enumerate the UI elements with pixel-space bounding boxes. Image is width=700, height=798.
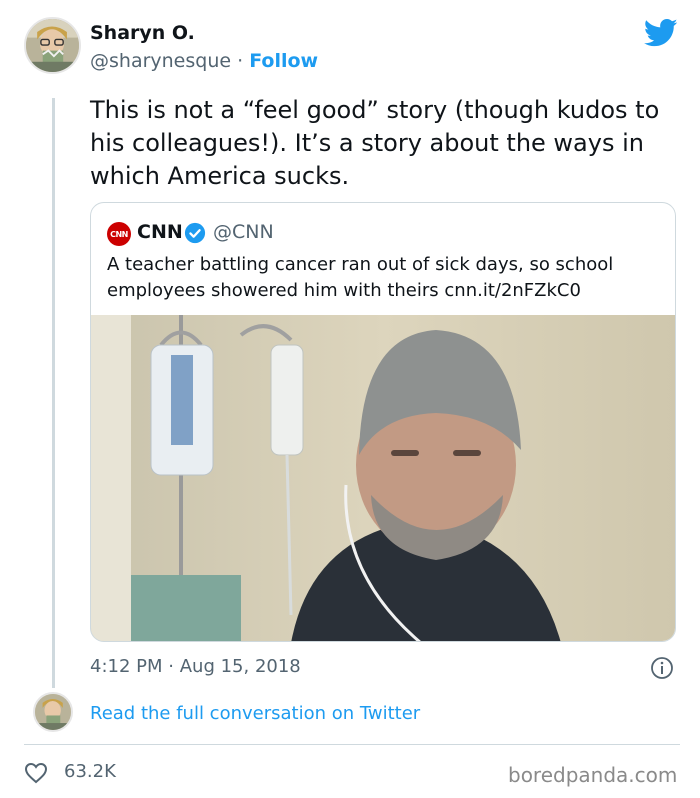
like-count[interactable]: 63.2K bbox=[64, 761, 116, 782]
heart-icon[interactable] bbox=[24, 762, 48, 784]
thread-line bbox=[52, 98, 55, 688]
watermark: boredpanda.com bbox=[508, 763, 678, 787]
twitter-bird-icon[interactable] bbox=[644, 18, 678, 48]
author-avatar-image bbox=[26, 19, 79, 72]
tweet-date: Aug 15, 2018 bbox=[179, 656, 301, 677]
divider bbox=[24, 744, 680, 745]
author-name[interactable]: Sharyn O. bbox=[90, 22, 195, 44]
author-avatar[interactable] bbox=[24, 17, 81, 74]
reply-avatar[interactable] bbox=[33, 692, 73, 732]
quoted-author-handle: @CNN bbox=[213, 221, 274, 243]
author-handle[interactable]: @sharynesque bbox=[90, 50, 231, 72]
follow-button[interactable]: Follow bbox=[249, 50, 318, 72]
photo-image bbox=[91, 315, 675, 641]
reply-avatar-image bbox=[35, 694, 71, 730]
read-full-conversation-link[interactable]: Read the full conversation on Twitter bbox=[90, 703, 420, 724]
verified-badge-icon bbox=[184, 222, 206, 244]
tweet-time: 4:12 PM bbox=[90, 656, 163, 677]
cnn-logo: CNN bbox=[107, 222, 131, 246]
tweet-text: This is not a “feel good” story (though … bbox=[90, 96, 660, 190]
separator-dot: · bbox=[168, 656, 174, 677]
author-handle-row: @sharynesque · Follow bbox=[90, 50, 318, 72]
quoted-author-name: CNN bbox=[137, 221, 183, 243]
quoted-tweet-photo[interactable] bbox=[91, 315, 675, 641]
separator-dot: · bbox=[237, 50, 244, 72]
quoted-tweet-text: A teacher battling cancer ran out of sic… bbox=[107, 254, 614, 301]
info-icon[interactable] bbox=[650, 656, 674, 680]
tweet-timestamp[interactable]: 4:12 PM · Aug 15, 2018 bbox=[90, 656, 301, 677]
quoted-tweet-card[interactable]: CNN CNN @CNN A teacher battling cancer r… bbox=[90, 202, 676, 642]
